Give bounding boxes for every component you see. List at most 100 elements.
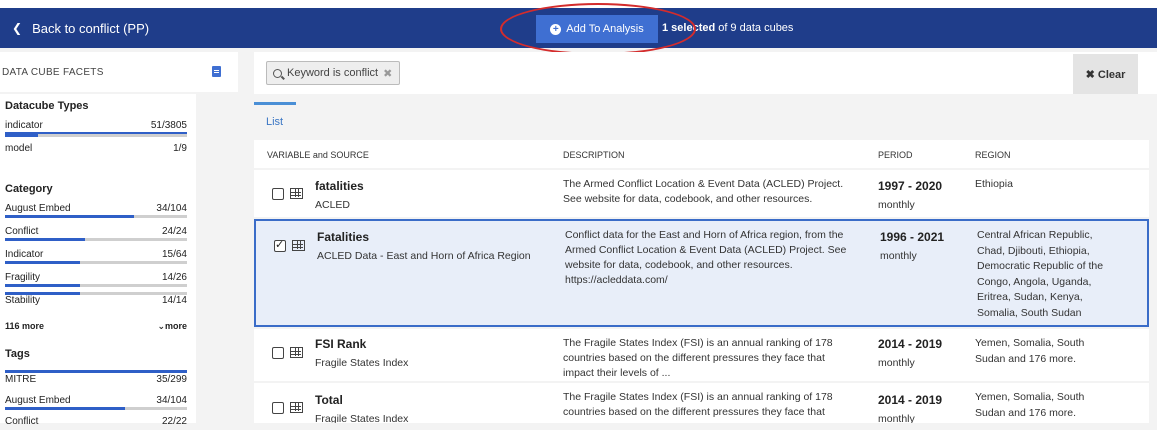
facet-row[interactable]: Indicator 15/64	[5, 249, 187, 264]
row-period: 2014 - 2019	[878, 337, 943, 351]
facet-bar	[5, 370, 187, 373]
table-row-selected[interactable]: Fatalities ACLED Data - East and Horn of…	[254, 219, 1149, 327]
facet-bar-fill	[5, 215, 135, 218]
search-icon	[273, 68, 282, 78]
facets-header: DATA CUBE FACETS	[0, 52, 238, 92]
facet-count: 14/14	[161, 295, 187, 306]
facet-row[interactable]: indicator 51/3805	[5, 120, 187, 135]
facet-bar	[5, 407, 187, 410]
table-icon	[292, 240, 305, 251]
table-row[interactable]: Total Fragile States Index The Fragile S…	[254, 383, 1149, 423]
filter-chip-text: Keyword is conflict	[287, 67, 379, 79]
selected-suffix: of 9 data cubes	[718, 22, 794, 34]
table-row[interactable]: FSI Rank Fragile States Index The Fragil…	[254, 329, 1149, 381]
column-header-description: DESCRIPTION	[563, 150, 625, 160]
active-tab-indicator	[254, 102, 296, 105]
row-source: Fragile States Index	[315, 357, 409, 369]
facet-bar	[5, 238, 187, 241]
row-period: 1996 - 2021	[880, 230, 945, 244]
row-source: Fragile States Index	[315, 413, 409, 423]
column-header-period: PERIOD	[878, 150, 913, 160]
facet-count: 24/24	[161, 226, 187, 237]
facet-label: model	[5, 143, 33, 154]
facet-bar	[5, 261, 187, 264]
facet-bar-fill	[5, 284, 80, 287]
facet-row[interactable]: MITRE 35/299	[5, 370, 187, 388]
facet-row[interactable]: Fragility 14/26	[5, 272, 187, 287]
row-region: Yemen, Somalia, South Sudan and 176 more…	[975, 337, 1085, 365]
facet-bar	[5, 134, 187, 137]
view-tabs: List	[254, 102, 1157, 138]
facet-label: August Embed	[5, 395, 71, 406]
facet-count: 14/26	[161, 272, 187, 283]
facet-count: 34/104	[156, 395, 187, 406]
column-header-variable: VARIABLE and SOURCE	[267, 150, 369, 160]
more-label: more	[164, 321, 187, 331]
row-checkbox-checked[interactable]	[274, 238, 286, 252]
row-frequency: monthly	[880, 250, 917, 262]
facet-label: Indicator	[5, 249, 44, 260]
facet-row[interactable]: August Embed 34/104	[5, 203, 187, 218]
filter-chip[interactable]: Keyword is conflict ✖	[266, 61, 400, 85]
row-period: 1997 - 2020	[878, 179, 943, 193]
more-count: 116 more	[5, 321, 45, 331]
row-source: ACLED	[315, 199, 351, 211]
facet-label: Fragility	[5, 272, 41, 283]
back-link[interactable]: ❮ Back to conflict (PP)	[12, 8, 149, 48]
facet-group-title: Tags	[5, 348, 30, 360]
row-source: ACLED Data - East and Horn of Africa Reg…	[317, 250, 531, 262]
facet-bar-fill	[5, 238, 86, 241]
row-frequency: monthly	[878, 199, 915, 211]
row-period: 2014 - 2019	[878, 393, 943, 407]
facet-row[interactable]: August Embed 34/104	[5, 395, 187, 410]
row-name: fatalities	[315, 179, 364, 193]
row-region: Ethiopia	[975, 178, 1013, 190]
facet-row[interactable]: Stability 14/14	[5, 292, 187, 309]
annotation-circle	[500, 3, 696, 55]
facet-row[interactable]: Conflict 24/24	[5, 226, 187, 241]
facet-count: 35/299	[156, 374, 187, 385]
facet-bar-fill	[5, 292, 80, 295]
clear-label: Clear	[1097, 68, 1126, 81]
tab-list[interactable]: List	[266, 116, 283, 128]
facet-group-title: Datacube Types	[5, 100, 89, 112]
row-checkbox[interactable]	[272, 402, 284, 414]
facet-label: indicator	[5, 120, 43, 131]
document-icon[interactable]	[212, 66, 221, 77]
facet-bar-fill	[5, 134, 38, 137]
facet-bar	[5, 284, 187, 287]
facet-row[interactable]: model 1/9	[5, 134, 187, 157]
row-frequency: monthly	[878, 413, 915, 423]
table-icon	[290, 188, 303, 199]
facet-label: Stability	[5, 295, 41, 306]
row-description: The Fragile States Index (FSI) is an ann…	[563, 337, 833, 379]
row-description: The Armed Conflict Location & Event Data…	[563, 178, 844, 205]
facets-title: DATA CUBE FACETS	[2, 66, 104, 78]
row-description: The Fragile States Index (FSI) is an ann…	[563, 391, 833, 418]
table-header: VARIABLE and SOURCE DESCRIPTION PERIOD R…	[254, 140, 1149, 168]
facet-bar-fill	[5, 370, 187, 373]
close-icon[interactable]: ✖	[383, 67, 392, 80]
row-checkbox[interactable]	[272, 347, 284, 359]
facets-panel: Datacube Types indicator 51/3805 model 1…	[0, 94, 196, 427]
facet-more-row[interactable]: 116 more ⌄more	[5, 321, 187, 331]
row-description: Conflict data for the East and Horn of A…	[565, 229, 847, 286]
x-icon: ✖	[1085, 68, 1095, 81]
facet-bar-fill	[5, 261, 80, 264]
facet-label: Conflict	[5, 226, 39, 237]
facet-count: 22/22	[161, 416, 187, 427]
clear-button[interactable]: ✖ Clear	[1073, 54, 1138, 94]
row-frequency: monthly	[878, 357, 915, 369]
facet-label: August Embed	[5, 203, 71, 214]
row-name: Total	[315, 393, 343, 407]
facet-count: 15/64	[161, 249, 187, 260]
facets-sidebar: DATA CUBE FACETS Datacube Types indicato…	[0, 52, 238, 427]
facet-bar	[5, 292, 187, 295]
row-checkbox[interactable]	[272, 188, 284, 200]
column-header-region: REGION	[975, 150, 1011, 160]
more-toggle[interactable]: ⌄more	[157, 321, 187, 332]
facet-row[interactable]: Conflict 22/22	[5, 416, 187, 430]
table-row[interactable]: fatalities ACLED The Armed Conflict Loca…	[254, 170, 1149, 217]
chevron-down-icon: ⌄	[157, 321, 165, 331]
row-name: FSI Rank	[315, 337, 367, 351]
